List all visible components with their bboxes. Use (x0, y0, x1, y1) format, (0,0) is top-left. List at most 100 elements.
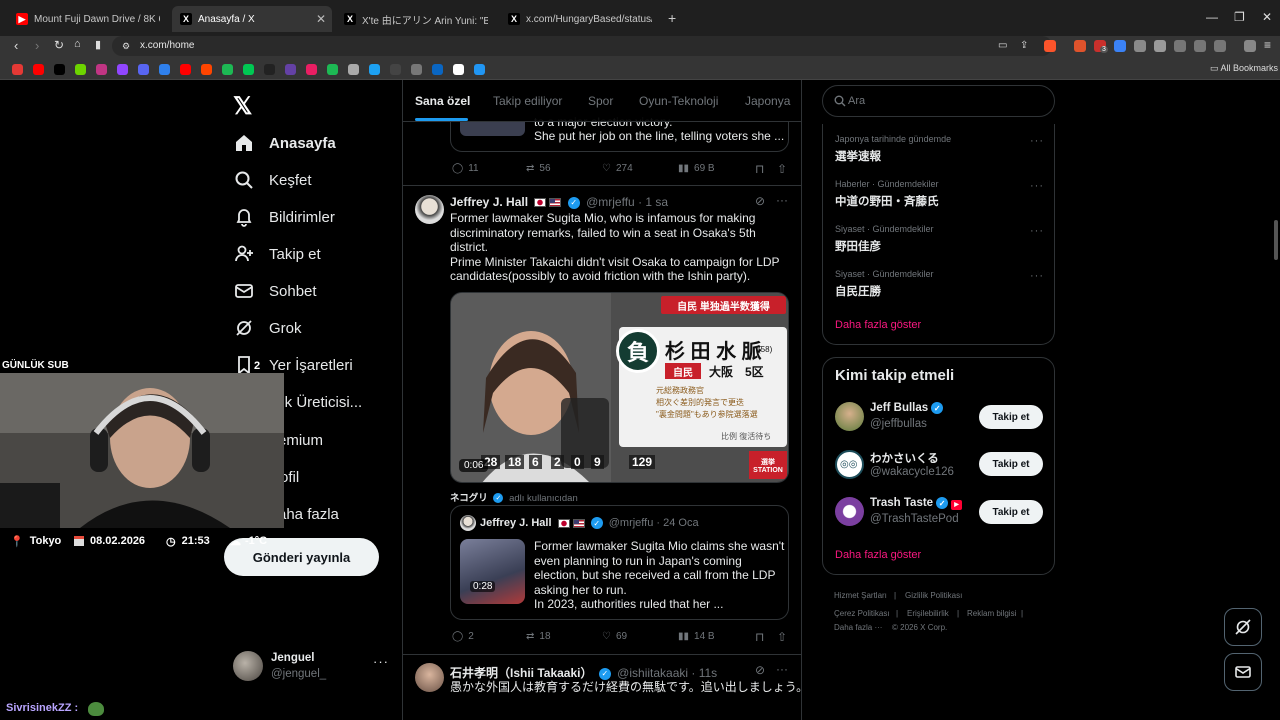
bookmark-favicon-icon[interactable] (138, 64, 149, 75)
bookmark-button[interactable]: ⊓ (755, 630, 764, 644)
reply-button[interactable]: ◯ 11 (452, 163, 479, 174)
bookmark-favicon-icon[interactable] (12, 64, 23, 75)
bookmark-favicon-icon[interactable] (243, 64, 254, 75)
close-window-button[interactable]: ✕ (1262, 10, 1272, 24)
forward-icon[interactable]: › (35, 38, 39, 53)
address-bar[interactable] (112, 36, 1052, 56)
avatar[interactable] (835, 497, 864, 526)
nav-premium[interactable]: emium (278, 427, 323, 453)
sidebar-icon[interactable] (1174, 40, 1186, 52)
nav-grok[interactable]: Grok (233, 315, 302, 341)
bookmark-favicon-icon[interactable] (306, 64, 317, 75)
nav-notifications[interactable]: Bildirimler (233, 204, 335, 230)
x-logo-icon[interactable]: 𝕏 (233, 92, 252, 121)
brave-shield-icon[interactable] (1044, 40, 1056, 52)
minimize-button[interactable]: — (1206, 10, 1218, 24)
close-tab-icon[interactable]: ✕ (316, 12, 326, 26)
suggested-user-name[interactable]: Jeff Bullas ✓ (870, 402, 946, 414)
bookmark-favicon-icon[interactable] (369, 64, 380, 75)
nav-follow[interactable]: Takip et (233, 241, 321, 267)
reload-icon[interactable]: ↻ (54, 38, 64, 52)
restore-button[interactable]: ❐ (1234, 10, 1245, 24)
tab-following[interactable]: Takip ediliyor (493, 94, 562, 108)
like-button[interactable]: ♡ 69 (602, 631, 627, 642)
tab-gaming-tech[interactable]: Oyun-Teknoloji (639, 94, 718, 108)
puzzle-icon[interactable] (1154, 40, 1166, 52)
footer-link[interactable]: Gizlilik Politikası (905, 591, 962, 600)
bookmark-favicon-icon[interactable] (96, 64, 107, 75)
quote-video-thumbnail[interactable]: 0:28 (460, 539, 525, 604)
footer-link[interactable]: Çerez Politikası (834, 609, 890, 618)
bookmark-favicon-icon[interactable] (327, 64, 338, 75)
follow-button[interactable]: Takip et (979, 405, 1043, 429)
repost-button[interactable]: ⇄ 18 (526, 631, 551, 642)
nav-chat[interactable]: Sohbet (233, 278, 317, 304)
menu-icon[interactable]: ≡ (1264, 38, 1271, 52)
download-icon[interactable] (1214, 40, 1226, 52)
avatar[interactable] (835, 402, 864, 431)
more-icon[interactable]: ··· (1030, 270, 1044, 282)
post-time[interactable]: · 1 sa (638, 195, 668, 209)
trend-item[interactable]: 自民圧勝 (835, 283, 881, 299)
bookmark-favicon-icon[interactable] (432, 64, 443, 75)
messages-fab-button[interactable] (1224, 653, 1262, 691)
avatar[interactable] (415, 195, 444, 224)
trend-item[interactable]: 野田佳彦 (835, 238, 881, 254)
bookmark-favicon-icon[interactable] (75, 64, 86, 75)
more-icon[interactable]: ··· (1030, 135, 1044, 147)
nav-more[interactable]: aha fazla (278, 501, 339, 527)
nav-home[interactable]: Anasayfa (233, 130, 336, 156)
like-button[interactable]: ♡ 274 (602, 163, 633, 174)
footer-link[interactable]: Erişilebilirlik (907, 609, 949, 618)
footer-link[interactable]: Reklam bilgisi (967, 609, 1016, 618)
bookmark-favicon-icon[interactable] (411, 64, 422, 75)
bookmark-favicon-icon[interactable] (33, 64, 44, 75)
author-name[interactable]: 石井孝明（Ishii Takaaki） (450, 666, 592, 680)
bookmark-favicon-icon[interactable] (285, 64, 296, 75)
all-bookmarks[interactable]: ▭ All Bookmarks (1210, 63, 1278, 74)
grok-icon[interactable]: ⊘ (755, 663, 765, 677)
home-button-icon[interactable]: ⌂ (74, 38, 81, 50)
bookmark-favicon-icon[interactable] (201, 64, 212, 75)
more-icon[interactable]: ··· (776, 193, 788, 207)
suggested-user-name[interactable]: わかさいくる (870, 450, 939, 466)
browser-tab-1[interactable]: ▶ Mount Fuji Dawn Drive / 8K 60fps HD (8, 6, 168, 32)
url-text[interactable]: x.com/home (140, 40, 194, 51)
bookmark-favicon-icon[interactable] (390, 64, 401, 75)
author-handle[interactable]: @mrjeffu (586, 195, 635, 209)
bookmark-favicon-icon[interactable] (159, 64, 170, 75)
follow-button[interactable]: Takip et (979, 500, 1043, 524)
browser-tab-2[interactable]: X Anasayfa / X ✕ (172, 6, 332, 32)
cast-icon[interactable]: ▭ (998, 40, 1007, 51)
extension-icon[interactable] (1074, 40, 1086, 52)
bookmark-page-icon[interactable]: ▮ (95, 38, 101, 51)
reply-button[interactable]: ◯ 2 (452, 631, 474, 642)
media-icon[interactable] (1244, 40, 1256, 52)
follow-button[interactable]: Takip et (979, 452, 1043, 476)
bookmark-favicon-icon[interactable] (264, 64, 275, 75)
author-name[interactable]: Jeffrey J. Hall (450, 195, 528, 209)
wallet-icon[interactable] (1194, 40, 1206, 52)
show-more-trends[interactable]: Daha fazla göster (835, 319, 921, 331)
share-button[interactable]: ⇧ (777, 630, 787, 644)
suggested-user-name[interactable]: Trash Taste ✓ ▶ (870, 497, 963, 511)
views-button[interactable]: ▮▮ 14 B (678, 631, 715, 642)
trend-item[interactable]: 中道の野田・斉藤氏 (835, 193, 939, 209)
tab-for-you[interactable]: Sana özel (415, 94, 470, 108)
more-icon[interactable]: ··· (1030, 225, 1044, 237)
browser-tab-4[interactable]: X x.com/HungaryBased/status/202023 (500, 6, 660, 32)
avatar[interactable] (415, 663, 444, 692)
grok-icon[interactable]: ⊘ (755, 194, 765, 208)
site-info-icon[interactable]: ⚙ (122, 41, 130, 52)
bookmark-favicon-icon[interactable] (474, 64, 485, 75)
bookmark-favicon-icon[interactable] (180, 64, 191, 75)
bookmark-favicon-icon[interactable] (348, 64, 359, 75)
back-icon[interactable]: ‹ (14, 38, 18, 53)
tab-japan[interactable]: Japonya (745, 94, 790, 108)
more-icon[interactable]: ··· (373, 654, 389, 669)
scrollbar[interactable] (1274, 220, 1278, 260)
bookmark-favicon-icon[interactable] (54, 64, 65, 75)
share-icon[interactable]: ⇪ (1020, 40, 1028, 51)
views-button[interactable]: ▮▮ 69 B (678, 163, 715, 174)
bookmark-favicon-icon[interactable] (117, 64, 128, 75)
